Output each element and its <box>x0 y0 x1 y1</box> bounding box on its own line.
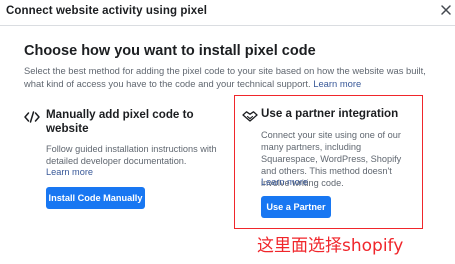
manual-card-title: Manually add pixel code to website <box>46 108 194 135</box>
manual-card-description: Follow guided installation instructions … <box>46 144 217 166</box>
page-description: Select the best method for adding the pi… <box>24 65 434 90</box>
close-icon[interactable] <box>439 3 453 17</box>
install-code-manually-button[interactable]: Install Code Manually <box>46 187 145 209</box>
learn-more-link[interactable]: Learn more <box>313 78 361 89</box>
handshake-icon <box>242 111 258 122</box>
manual-learn-more-link[interactable]: Learn more <box>46 167 93 177</box>
code-icon <box>24 111 40 123</box>
partner-learn-more-link[interactable]: Learn more <box>261 177 308 187</box>
partner-card-title: Use a partner integration <box>261 107 399 120</box>
dialog-title: Connect website activity using pixel <box>6 5 208 17</box>
page-title: Choose how you want to install pixel cod… <box>24 43 316 59</box>
dialog-header: Connect website activity using pixel <box>0 0 455 26</box>
annotation-text: 这里面选择shopify <box>257 236 404 256</box>
dialog: Connect website activity using pixel Cho… <box>0 0 455 264</box>
use-a-partner-button[interactable]: Use a Partner <box>261 196 331 218</box>
page-description-text: Select the best method for adding the pi… <box>24 65 426 89</box>
